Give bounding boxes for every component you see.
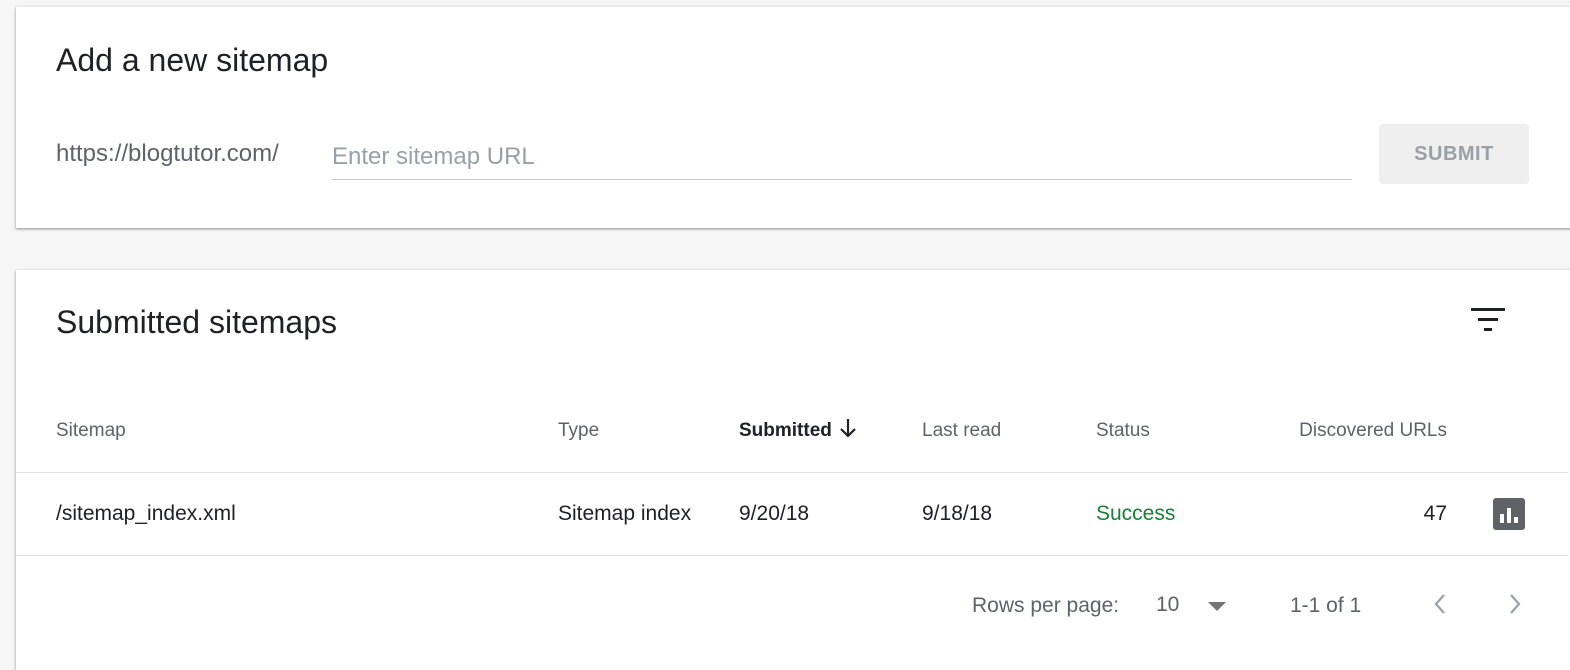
pagination: Rows per page: 10 1-1 of 1 <box>16 584 1568 624</box>
page-range-label: 1-1 of 1 <box>1290 594 1362 617</box>
column-header-discovered-urls[interactable]: Discovered URLs <box>1292 390 1447 473</box>
submitted-sitemaps-title: Submitted sitemaps <box>56 304 338 340</box>
filter-icon <box>1471 308 1505 331</box>
cell-last-read: 9/18/18 <box>922 472 1096 556</box>
submitted-sitemaps-card: Submitted sitemaps Sitemap Type Submitte… <box>16 270 1570 670</box>
add-sitemap-title: Add a new sitemap <box>56 42 329 78</box>
filter-button[interactable] <box>1466 298 1510 342</box>
column-header-status[interactable]: Status <box>1096 390 1292 473</box>
column-header-actions <box>1447 390 1568 473</box>
caret-down-icon <box>1208 602 1226 611</box>
rows-per-page-value: 10 <box>1156 593 1180 616</box>
rows-per-page-select[interactable]: 10 <box>1156 588 1236 622</box>
previous-page-button[interactable] <box>1420 584 1460 624</box>
table-row[interactable]: /sitemap_index.xml Sitemap index 9/20/18… <box>16 472 1568 556</box>
cell-type: Sitemap index <box>558 472 739 556</box>
add-sitemap-card: Add a new sitemap https://blogtutor.com/… <box>16 7 1570 228</box>
submit-button[interactable]: SUBMIT <box>1379 124 1529 184</box>
rows-per-page-label: Rows per page: <box>972 594 1120 617</box>
sitemap-details-button[interactable] <box>1493 497 1525 530</box>
bar-chart-icon <box>1500 513 1504 523</box>
status-badge: Success <box>1096 472 1292 556</box>
column-header-sitemap[interactable]: Sitemap <box>16 390 558 473</box>
next-page-button[interactable] <box>1495 584 1535 624</box>
column-header-type[interactable]: Type <box>558 390 739 473</box>
cell-sitemap: /sitemap_index.xml <box>16 472 558 556</box>
arrow-down-icon <box>840 418 856 438</box>
sitemaps-table: Sitemap Type Submitted Last read Status … <box>16 390 1568 556</box>
chevron-left-icon <box>1434 594 1445 614</box>
chevron-right-icon <box>1510 594 1521 614</box>
column-header-last-read[interactable]: Last read <box>922 390 1096 473</box>
sitemap-url-input[interactable] <box>332 138 1352 180</box>
table-header-row: Sitemap Type Submitted Last read Status … <box>16 390 1568 473</box>
url-prefix: https://blogtutor.com/ <box>56 140 279 167</box>
column-header-submitted[interactable]: Submitted <box>739 390 922 473</box>
cell-actions <box>1447 472 1568 556</box>
cell-discovered-urls: 47 <box>1292 472 1447 556</box>
cell-submitted: 9/20/18 <box>739 472 922 556</box>
